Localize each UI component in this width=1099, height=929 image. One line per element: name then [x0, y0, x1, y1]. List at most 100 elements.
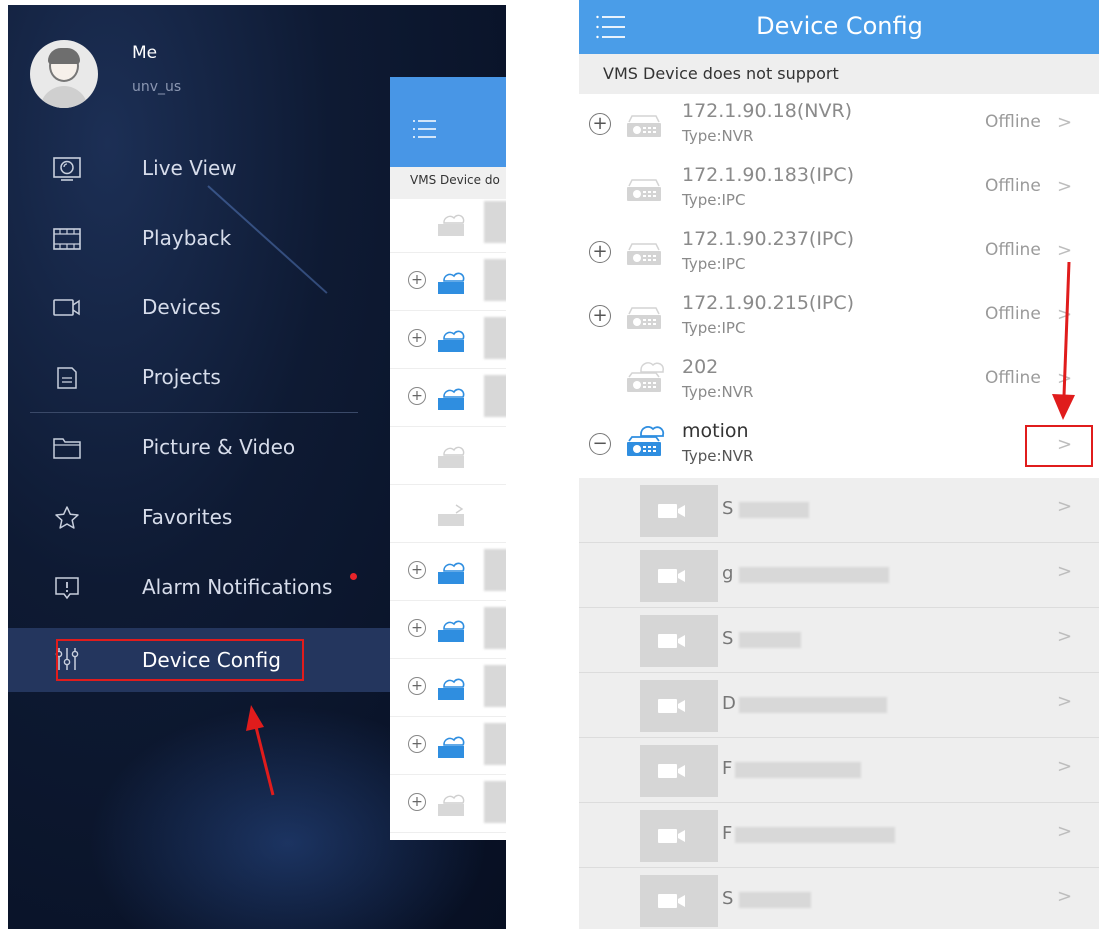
preview-row: +: [390, 717, 506, 775]
avatar-body: [40, 86, 88, 108]
chevron-right-icon[interactable]: >: [1057, 691, 1072, 712]
channel-thumbnail: [640, 745, 718, 797]
device-type: Type:IPC: [682, 255, 746, 273]
notice-text: VMS Device does not support: [603, 64, 839, 83]
preview-row: +: [390, 253, 506, 311]
device-row[interactable]: + 172.1.90.18(NVR) Type:NVR Offline >: [579, 94, 1099, 159]
channel-row[interactable]: F >: [579, 738, 1099, 803]
chevron-right-icon[interactable]: >: [1057, 626, 1072, 647]
menu-label: Playback: [142, 226, 232, 250]
projects-icon: [57, 367, 77, 389]
device-type: Type:NVR: [682, 127, 754, 145]
camera-icon: [658, 764, 685, 778]
nvr-cloud-online-icon: [627, 426, 665, 456]
channel-name: F: [722, 758, 733, 779]
menu-label: Devices: [142, 295, 221, 319]
channel-row[interactable]: S >: [579, 478, 1099, 543]
channel-thumbnail: [640, 485, 718, 537]
device-status: Offline: [985, 176, 1041, 196]
preview-row: [390, 427, 506, 485]
menu-item-favorites[interactable]: Favorites: [8, 489, 391, 549]
channel-name: S: [722, 498, 734, 519]
channel-name: S: [722, 888, 734, 909]
nvr-icon: [438, 214, 465, 236]
blurred-text: [739, 892, 811, 908]
avatar[interactable]: [30, 40, 98, 108]
device-type: Type:IPC: [682, 191, 746, 209]
device-status: Offline: [985, 240, 1041, 260]
folder-icon: [53, 438, 81, 459]
expand-icon: +: [408, 387, 426, 405]
nvr-online-icon: [438, 678, 465, 700]
channel-name: S: [722, 628, 734, 649]
expand-icon[interactable]: +: [589, 113, 611, 135]
page-title: Device Config: [756, 12, 923, 40]
menu-label: Favorites: [142, 505, 233, 529]
menu-label: Live View: [142, 156, 237, 180]
channel-row[interactable]: F >: [579, 803, 1099, 868]
blurred-text: [484, 723, 506, 765]
collapse-icon[interactable]: −: [589, 433, 611, 455]
chevron-right-icon[interactable]: >: [1057, 176, 1072, 197]
menu-label: Picture & Video: [142, 435, 296, 459]
channel-row[interactable]: S >: [579, 868, 1099, 929]
channel-thumbnail: [640, 680, 718, 732]
channel-row[interactable]: D >: [579, 673, 1099, 738]
camera-icon: [658, 829, 685, 843]
channel-row[interactable]: S >: [579, 608, 1099, 673]
expand-icon: +: [408, 677, 426, 695]
chevron-right-icon[interactable]: >: [1057, 756, 1072, 777]
menu-item-devices[interactable]: Devices: [8, 279, 391, 339]
device-status: Offline: [985, 304, 1041, 324]
chevron-right-icon[interactable]: >: [1057, 821, 1072, 842]
avatar-hair: [48, 48, 80, 64]
menu-item-projects[interactable]: Projects: [8, 349, 391, 409]
device-row[interactable]: + 172.1.90.215(IPC) Type:IPC Offline >: [579, 286, 1099, 351]
blurred-text: [484, 607, 506, 649]
blurred-text: [484, 375, 506, 417]
chevron-right-icon[interactable]: >: [1057, 112, 1072, 133]
channel-row[interactable]: g >: [579, 543, 1099, 608]
device-status: Offline: [985, 112, 1041, 132]
device-row[interactable]: + 172.1.90.237(IPC) Type:IPC Offline >: [579, 222, 1099, 287]
device-row-motion[interactable]: − motion Type:NVR >: [579, 414, 1099, 479]
chevron-right-icon[interactable]: >: [1057, 496, 1072, 517]
highlight-box-device-config: [56, 639, 304, 681]
menu-item-playback[interactable]: Playback: [8, 210, 391, 270]
device-status: Offline: [985, 368, 1041, 388]
preview-row: +: [390, 543, 506, 601]
blurred-text: [484, 665, 506, 707]
alarm-icon: [55, 577, 79, 600]
navigation-drawer-screen: Me unv_us Live View Playback Devices Pro…: [8, 5, 506, 929]
blurred-text: [484, 549, 506, 591]
nvr-cloud-offline-icon: [627, 362, 665, 392]
blurred-text: [739, 697, 887, 713]
menu-item-live-view[interactable]: Live View: [8, 140, 391, 200]
expand-icon: +: [408, 619, 426, 637]
user-name: Me: [132, 43, 158, 63]
preview-row: +: [390, 369, 506, 427]
expand-icon[interactable]: +: [589, 305, 611, 327]
blurred-text: [739, 567, 889, 583]
channel-name: F: [722, 823, 733, 844]
expand-icon[interactable]: +: [589, 241, 611, 263]
blurred-text: [484, 317, 506, 359]
device-row[interactable]: 172.1.90.183(IPC) Type:IPC Offline >: [579, 158, 1099, 223]
channel-name: D: [722, 693, 736, 714]
nvr-offline-icon: [627, 115, 661, 137]
chevron-right-icon[interactable]: >: [1057, 886, 1072, 907]
menu-item-picture-video[interactable]: Picture & Video: [8, 419, 391, 479]
expand-icon: +: [408, 735, 426, 753]
preview-row: [390, 195, 506, 253]
channel-thumbnail: [640, 810, 718, 862]
nvr-icon: [438, 794, 465, 816]
preview-row: +: [390, 659, 506, 717]
hamburger-icon: [413, 120, 436, 138]
blurred-text: [484, 781, 506, 823]
menu-item-alarm-notifications[interactable]: Alarm Notifications: [8, 559, 391, 619]
channel-thumbnail: [640, 875, 718, 927]
device-row[interactable]: 202 Type:NVR Offline >: [579, 350, 1099, 415]
blurred-text: [484, 201, 506, 243]
chevron-right-icon[interactable]: >: [1057, 561, 1072, 582]
preview-row: +: [390, 311, 506, 369]
